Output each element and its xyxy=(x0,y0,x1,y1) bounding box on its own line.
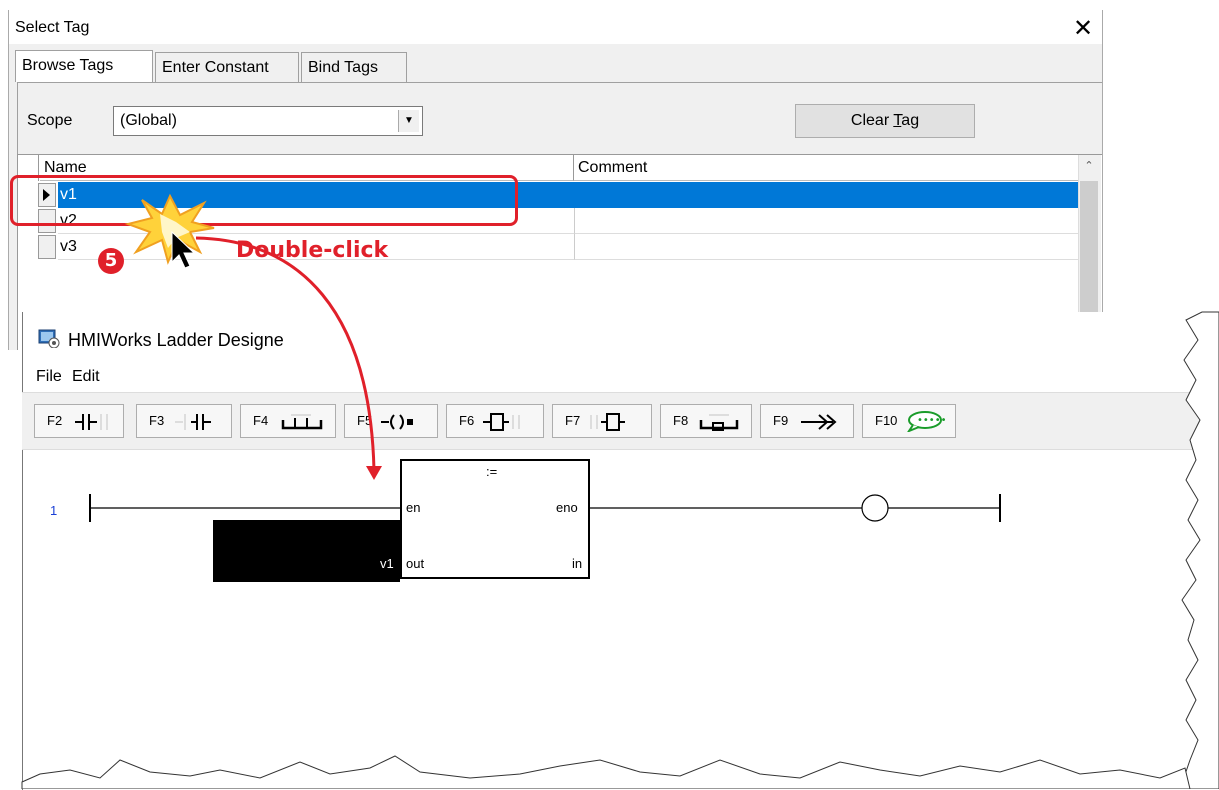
f10-button[interactable]: F10 ••••• xyxy=(862,404,956,438)
f4-button[interactable]: F4 xyxy=(240,404,336,438)
no-contact-icon xyxy=(75,414,108,430)
f2-button[interactable]: F2 xyxy=(34,404,124,438)
window-title: HMIWorks Ladder Designe xyxy=(68,330,284,350)
double-click-label: Double-click xyxy=(236,238,389,263)
svg-text:•••••: ••••• xyxy=(917,415,947,426)
tag-comment-cell[interactable] xyxy=(574,182,1078,208)
dialog-title: Select Tag xyxy=(15,19,90,36)
pin-eno: eno xyxy=(556,500,578,515)
close-icon[interactable]: ✕ xyxy=(1071,14,1095,43)
highlight-box xyxy=(10,175,518,226)
clear-tag-button[interactable]: Clear Tag xyxy=(795,104,975,138)
f5-button[interactable]: F5 xyxy=(344,404,438,438)
scope-dropdown[interactable]: (Global) ▼ xyxy=(113,106,423,136)
tag-comment-cell[interactable] xyxy=(574,208,1078,234)
scroll-up-icon[interactable]: ⌃ xyxy=(1082,159,1096,173)
f3-button[interactable]: F3 xyxy=(136,404,232,438)
menu-file[interactable]: File xyxy=(36,368,62,386)
comment-bubble-icon: ••••• xyxy=(907,411,947,432)
f6-button[interactable]: F6 xyxy=(446,404,544,438)
scope-value: (Global) xyxy=(120,112,177,129)
bound-tag-label: v1 xyxy=(380,556,394,571)
scope-label: Scope xyxy=(27,112,73,129)
column-header-comment[interactable]: Comment xyxy=(574,155,1078,181)
chevron-down-icon[interactable]: ▼ xyxy=(398,110,419,132)
tab-bind-tags[interactable]: Bind Tags xyxy=(301,52,407,82)
tag-comment-cell[interactable] xyxy=(574,234,1078,260)
nc-contact-icon xyxy=(175,414,211,430)
menu-edit[interactable]: Edit xyxy=(72,368,100,386)
tab-browse-tags[interactable]: Browse Tags xyxy=(15,50,153,82)
table-row[interactable]: v3 xyxy=(18,234,1078,260)
rung-number: 1 xyxy=(50,503,57,518)
variable-field[interactable] xyxy=(213,520,400,582)
coil-icon xyxy=(381,414,413,430)
branch-down-icon xyxy=(699,414,739,431)
step-number-badge: 5 xyxy=(98,248,124,274)
tab-enter-constant[interactable]: Enter Constant xyxy=(155,52,299,82)
f9-button[interactable]: F9 xyxy=(760,404,854,438)
coil-icon[interactable] xyxy=(861,494,889,522)
app-icon xyxy=(38,329,60,348)
pin-out: out xyxy=(406,556,424,571)
block-operator: := xyxy=(486,464,497,479)
dialog-titlebar xyxy=(9,10,1102,44)
parallel-branch-icon xyxy=(281,414,323,430)
ladder-canvas[interactable]: 1 := en eno out in v1 xyxy=(22,450,1022,610)
pin-in: in xyxy=(572,556,582,571)
f8-button[interactable]: F8 xyxy=(660,404,752,438)
row-selector[interactable] xyxy=(38,235,56,259)
function-block-parallel-icon xyxy=(590,413,625,431)
f7-button[interactable]: F7 xyxy=(552,404,652,438)
function-block-icon xyxy=(483,413,520,431)
jump-arrow-icon xyxy=(801,414,837,430)
pin-en: en xyxy=(406,500,420,515)
